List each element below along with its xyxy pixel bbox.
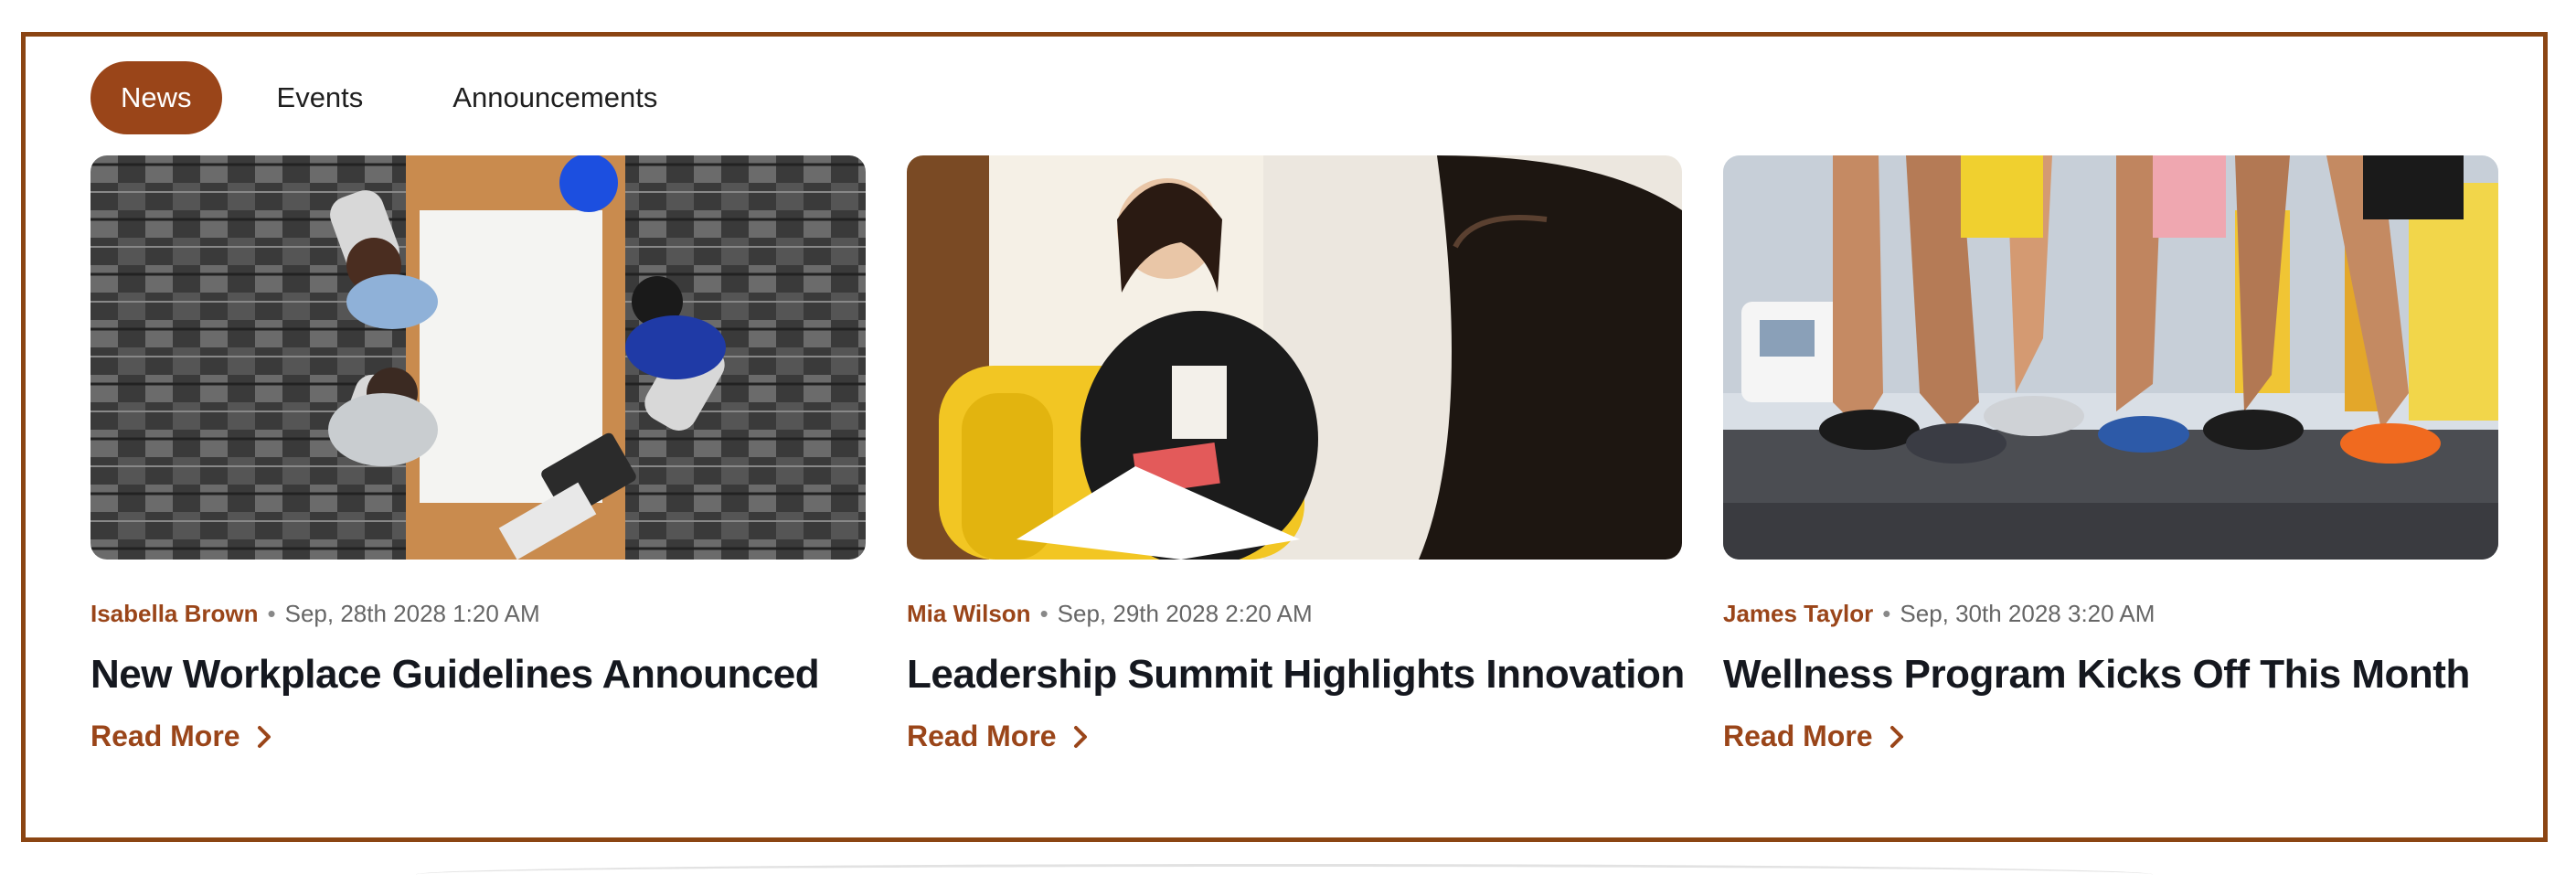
tab-announcements[interactable]: Announcements — [418, 61, 692, 134]
post-date: Sep, 30th 2028 3:20 AM — [1900, 600, 2156, 627]
read-more-link[interactable]: Read More — [90, 720, 271, 753]
news-panel: News Events Announcements Isabella Brown… — [21, 32, 2548, 842]
meta-separator: • — [267, 600, 276, 627]
author-name[interactable]: Isabella Brown — [90, 600, 259, 628]
card-title[interactable]: New Workplace Guidelines Announced — [90, 652, 866, 698]
next-section-edge — [416, 864, 2153, 885]
author-name[interactable]: James Taylor — [1723, 600, 1873, 628]
read-more-link[interactable]: Read More — [1723, 720, 1904, 753]
read-more-link[interactable]: Read More — [907, 720, 1088, 753]
chevron-right-icon — [1889, 725, 1904, 749]
tab-bar: News Events Announcements — [90, 61, 692, 134]
read-more-label: Read More — [1723, 720, 1873, 752]
read-more-label: Read More — [90, 720, 240, 752]
meta-separator: • — [1882, 600, 1891, 627]
chevron-right-icon — [257, 725, 271, 749]
card-list: Isabella Brown • Sep, 28th 2028 1:20 AM … — [90, 155, 2498, 753]
news-card: Mia Wilson • Sep, 29th 2028 2:20 AM Lead… — [907, 155, 1685, 753]
card-title[interactable]: Wellness Program Kicks Off This Month — [1723, 652, 2498, 698]
leadership-image[interactable] — [907, 155, 1682, 560]
chevron-right-icon — [1073, 725, 1088, 749]
card-title[interactable]: Leadership Summit Highlights Innovation — [907, 652, 1685, 698]
card-meta: Isabella Brown • Sep, 28th 2028 1:20 AM — [90, 600, 866, 628]
post-date: Sep, 29th 2028 2:20 AM — [1057, 600, 1313, 627]
meta-separator: • — [1039, 600, 1048, 627]
office-meeting-image[interactable] — [90, 155, 866, 560]
tab-news[interactable]: News — [90, 61, 222, 134]
card-meta: James Taylor • Sep, 30th 2028 3:20 AM — [1723, 600, 2498, 628]
card-meta: Mia Wilson • Sep, 29th 2028 2:20 AM — [907, 600, 1682, 628]
read-more-label: Read More — [907, 720, 1057, 752]
post-date: Sep, 28th 2028 1:20 AM — [284, 600, 540, 627]
tab-events[interactable]: Events — [242, 61, 399, 134]
news-card: Isabella Brown • Sep, 28th 2028 1:20 AM … — [90, 155, 866, 753]
runners-image[interactable] — [1723, 155, 2498, 560]
author-name[interactable]: Mia Wilson — [907, 600, 1031, 628]
news-card: James Taylor • Sep, 30th 2028 3:20 AM We… — [1723, 155, 2498, 753]
